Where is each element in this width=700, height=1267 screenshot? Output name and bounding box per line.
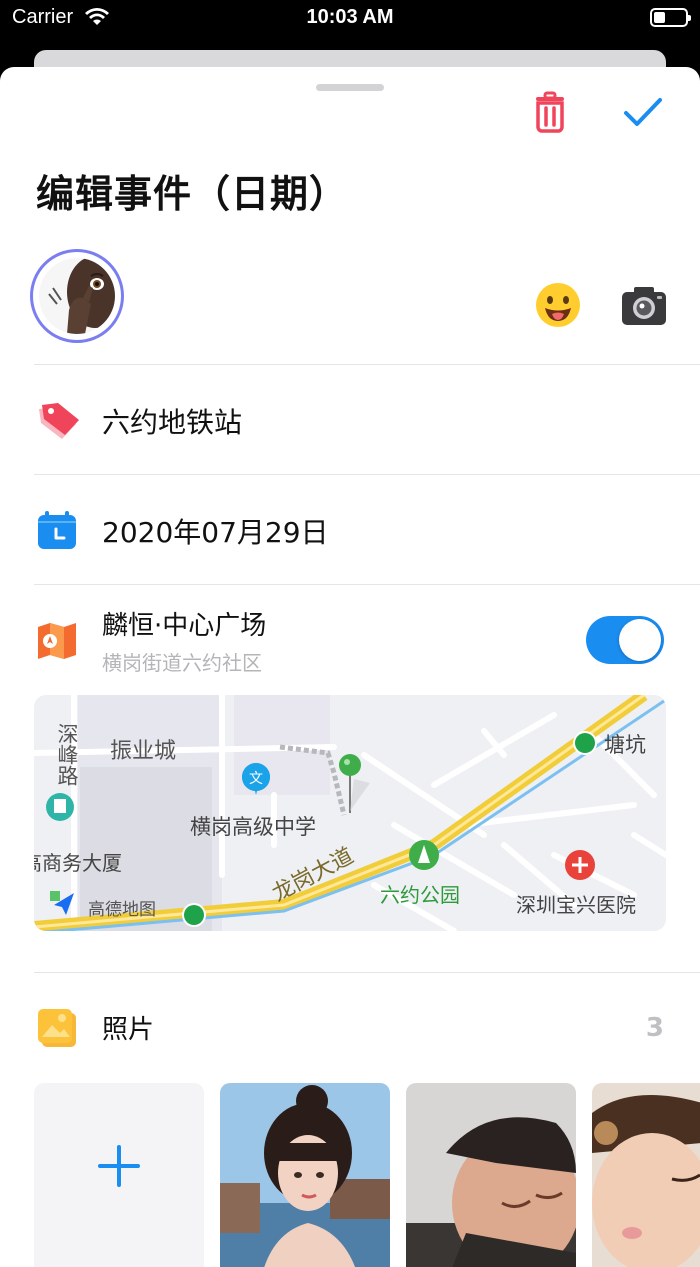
tag-label[interactable]: 六约地铁站 bbox=[102, 401, 242, 441]
avatar-image bbox=[39, 258, 115, 334]
map-label: 振业城 bbox=[110, 739, 177, 764]
location-address: 横岗街道六约社区 bbox=[102, 651, 262, 675]
map-label: 深峰路 bbox=[55, 723, 79, 786]
photo-thumbnail[interactable] bbox=[406, 1083, 576, 1267]
map-icon bbox=[38, 623, 76, 659]
trash-icon[interactable] bbox=[528, 91, 572, 135]
map-label: 塘坑 bbox=[604, 733, 646, 757]
date-label[interactable]: 2020年07月29日 bbox=[102, 511, 329, 551]
divider bbox=[34, 474, 700, 475]
location-map[interactable]: 文 深峰路 振业城 横岗高级中学 龙岗大道 六约公园 深圳宝兴医院 塘坑 高德地… bbox=[34, 695, 666, 931]
plus-icon bbox=[98, 1145, 140, 1187]
map-label: 六约公园 bbox=[380, 883, 460, 907]
map-logo-text: 高德地图 bbox=[88, 900, 156, 920]
edit-event-sheet: 编辑事件（日期） 六约地铁站 2020年07月29日 麟恒·中心广场 横岗街道六… bbox=[0, 67, 700, 1267]
tag-icon bbox=[39, 403, 79, 439]
emoji-icon[interactable] bbox=[534, 281, 582, 329]
map-label: 横岗高级中学 bbox=[190, 815, 316, 839]
photo-thumbnail[interactable] bbox=[220, 1083, 390, 1267]
divider bbox=[34, 584, 700, 585]
divider bbox=[34, 972, 700, 973]
location-name[interactable]: 麟恒·中心广场 bbox=[102, 605, 266, 642]
avatar[interactable] bbox=[30, 249, 124, 343]
status-bar: Carrier 10:03 AM bbox=[0, 0, 700, 36]
photo-thumbnail[interactable] bbox=[592, 1083, 700, 1267]
sheet-grabber[interactable] bbox=[316, 84, 384, 91]
checkmark-icon[interactable] bbox=[620, 91, 666, 135]
map-label: 高商务大厦 bbox=[34, 851, 122, 875]
page-title: 编辑事件（日期） bbox=[36, 172, 349, 216]
location-toggle[interactable] bbox=[586, 616, 664, 664]
photos-label: 照片 bbox=[102, 1015, 155, 1045]
toggle-knob bbox=[619, 619, 661, 661]
map-label: 深圳宝兴医院 bbox=[516, 893, 636, 917]
add-photo-button[interactable] bbox=[34, 1083, 204, 1267]
battery-icon bbox=[650, 8, 691, 27]
photos-count: 3 bbox=[645, 1013, 664, 1043]
camera-icon[interactable] bbox=[620, 283, 668, 327]
divider bbox=[34, 364, 700, 365]
clock: 10:03 AM bbox=[306, 6, 394, 28]
photo-icon bbox=[38, 1009, 76, 1047]
svg-text:文: 文 bbox=[249, 771, 263, 787]
calendar-icon bbox=[38, 511, 76, 549]
